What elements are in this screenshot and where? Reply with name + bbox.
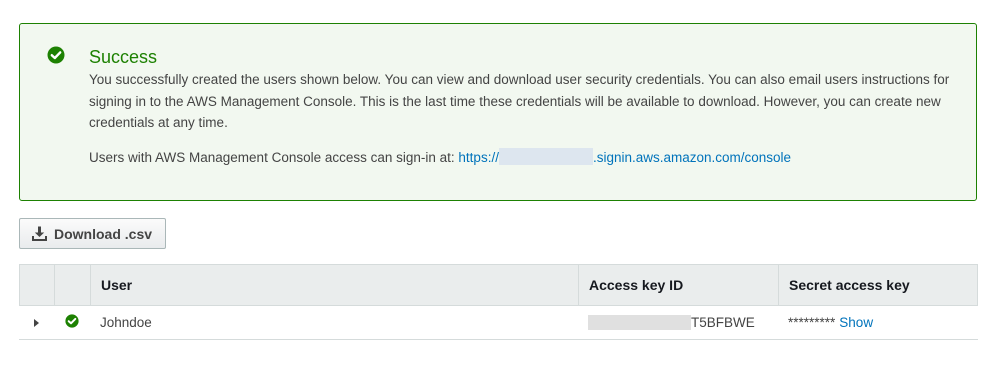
table-header: User Access key ID Secret access key — [19, 264, 978, 306]
signin-link-end: .signin.aws.amazon.com/console — [592, 150, 792, 165]
access-key-cell: T5BFBWE — [578, 306, 778, 339]
signin-info: Users with AWS Management Console access… — [89, 147, 791, 168]
header-secret-access-key[interactable]: Secret access key — [778, 265, 978, 305]
check-circle-icon — [47, 46, 65, 64]
console-signin-link[interactable]: https:// .signin.aws.amazon.com/console — [458, 148, 792, 165]
alert-title: Success — [89, 47, 158, 67]
download-csv-button[interactable]: Download .csv — [19, 218, 166, 249]
show-secret-link[interactable]: Show — [839, 315, 873, 330]
header-expand-column — [19, 265, 54, 305]
redacted-account-id — [498, 148, 593, 165]
secret-key-cell: ********* Show — [778, 306, 978, 339]
alert-message: You successfully created the users shown… — [89, 72, 950, 130]
download-csv-label: Download .csv — [54, 225, 153, 242]
download-icon — [32, 226, 47, 241]
secret-key-mask: ********* — [788, 315, 836, 330]
expand-cell — [19, 306, 54, 339]
users-credentials-table: User Access key ID Secret access key Joh… — [19, 264, 978, 340]
success-check-icon — [65, 314, 79, 331]
header-user[interactable]: User — [90, 265, 578, 305]
signin-prefix: Users with AWS Management Console access… — [89, 150, 459, 165]
header-access-key-id[interactable]: Access key ID — [578, 265, 778, 305]
status-cell — [54, 306, 90, 339]
redacted-access-key — [588, 315, 691, 330]
signin-link-start: https:// — [458, 150, 499, 165]
success-alert: Success You successfully created the use… — [19, 23, 977, 201]
access-key-suffix: T5BFBWE — [691, 315, 755, 330]
expand-row-caret-icon[interactable] — [34, 318, 39, 327]
header-status-column — [54, 265, 90, 305]
user-name-cell: Johndoe — [100, 315, 152, 330]
table-row: Johndoe T5BFBWE ********* Show — [19, 306, 978, 340]
